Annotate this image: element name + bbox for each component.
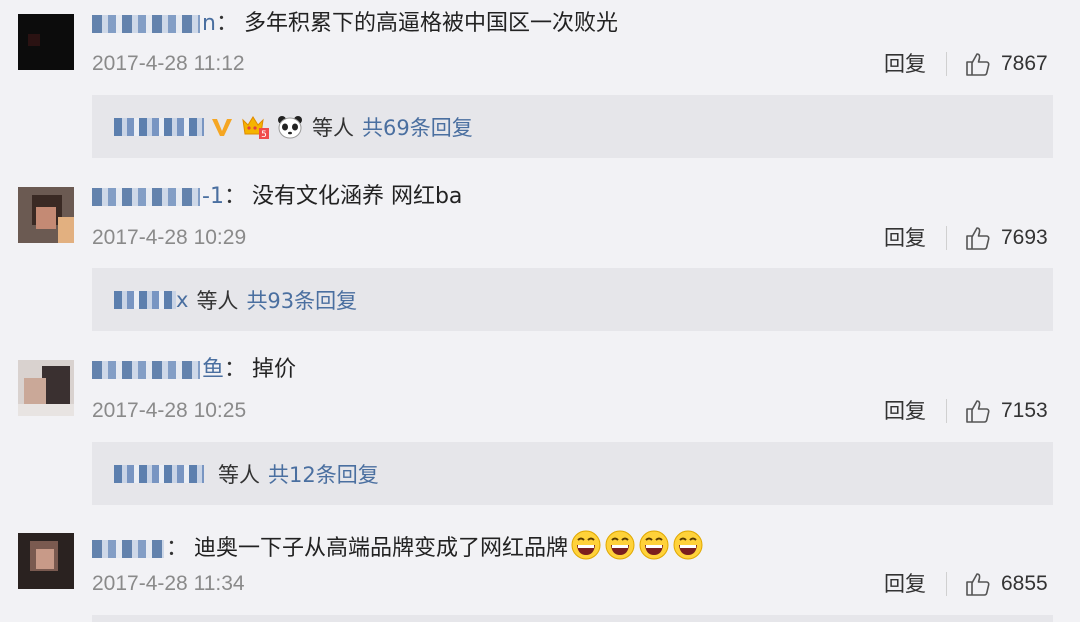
thumbs-up-outline-icon <box>966 227 990 250</box>
username[interactable]: n <box>202 11 216 36</box>
reply-preview[interactable]: x 等人 共93条回复 <box>92 268 1053 331</box>
thumbs-up-outline-icon <box>966 400 990 423</box>
comment-time: 2017-4-28 11:34 <box>92 572 245 595</box>
comment-time: 2017-4-28 10:29 <box>92 226 247 249</box>
avatar[interactable] <box>18 14 74 70</box>
reply-usernames-blurred[interactable] <box>114 290 176 309</box>
colon: ： <box>224 357 247 382</box>
v-badge-icon <box>210 116 234 138</box>
reply-preview[interactable]: 5 等人 共69条回复 <box>92 95 1053 158</box>
username-blurred[interactable] <box>92 540 164 558</box>
reply-preview[interactable]: 等人 共12条回复 <box>92 442 1053 505</box>
reply-button[interactable]: 回复 <box>884 397 926 425</box>
reply-button[interactable]: 回复 <box>884 570 926 598</box>
comment-time: 2017-4-28 11:12 <box>92 52 245 75</box>
thumbs-up-outline-icon <box>966 573 990 596</box>
reply-button[interactable]: 回复 <box>884 50 926 78</box>
panda-emoji-icon <box>276 114 304 140</box>
reply-usernames-blurred[interactable] <box>114 117 204 136</box>
like-count: 7153 <box>1001 399 1048 422</box>
laughing-emoji-icon <box>570 529 602 569</box>
laughing-emoji-icon <box>638 529 670 569</box>
divider <box>946 226 947 250</box>
thumbs-up-outline-icon <box>966 53 990 76</box>
username-blurred[interactable] <box>92 15 200 33</box>
like-button[interactable]: 7693 <box>965 224 1048 252</box>
comment-text: 掉价 <box>252 357 297 382</box>
reply-preview[interactable] <box>92 615 1053 622</box>
like-button[interactable]: 7153 <box>965 397 1048 425</box>
like-count: 6855 <box>1001 572 1048 595</box>
username[interactable]: 鱼 <box>202 357 224 382</box>
member-crown-icon: 5 <box>240 114 270 140</box>
colon: ： <box>215 11 238 36</box>
reply-button[interactable]: 回复 <box>884 224 926 252</box>
reply-username[interactable]: x <box>176 288 188 312</box>
reply-usernames-blurred[interactable] <box>114 464 204 483</box>
laughing-emoji-icon <box>604 529 636 569</box>
reply-others-label: 等人 <box>312 115 354 140</box>
username-blurred[interactable] <box>92 188 200 206</box>
like-button[interactable]: 7867 <box>965 50 1048 78</box>
avatar[interactable] <box>18 187 74 243</box>
comment-text: 多年积累下的高逼格被中国区一次败光 <box>243 11 618 36</box>
divider <box>946 399 947 423</box>
reply-count-link[interactable]: 共12条回复 <box>268 459 379 489</box>
comment-text: 迪奥一下子从高端品牌变成了网红品牌 <box>194 536 569 561</box>
reply-count-link[interactable]: 共69条回复 <box>362 112 473 142</box>
laughing-emoji-icon <box>672 529 704 569</box>
divider <box>946 572 947 596</box>
avatar[interactable] <box>18 533 74 589</box>
svg-text:5: 5 <box>261 130 267 140</box>
colon: ： <box>166 536 189 561</box>
divider <box>946 52 947 76</box>
like-button[interactable]: 6855 <box>965 570 1048 598</box>
comment-text: 没有文化涵养 网红ba <box>251 184 463 209</box>
reply-others-label: 等人 <box>218 462 260 487</box>
username[interactable]: -1 <box>202 184 224 209</box>
like-count: 7693 <box>1001 226 1048 249</box>
colon: ： <box>223 184 246 209</box>
comment-time: 2017-4-28 10:25 <box>92 399 247 422</box>
reply-others-label: 等人 <box>196 288 239 313</box>
avatar[interactable] <box>18 360 74 416</box>
username-blurred[interactable] <box>92 361 200 379</box>
reply-count-link[interactable]: 共93条回复 <box>246 285 357 315</box>
like-count: 7867 <box>1001 52 1048 75</box>
